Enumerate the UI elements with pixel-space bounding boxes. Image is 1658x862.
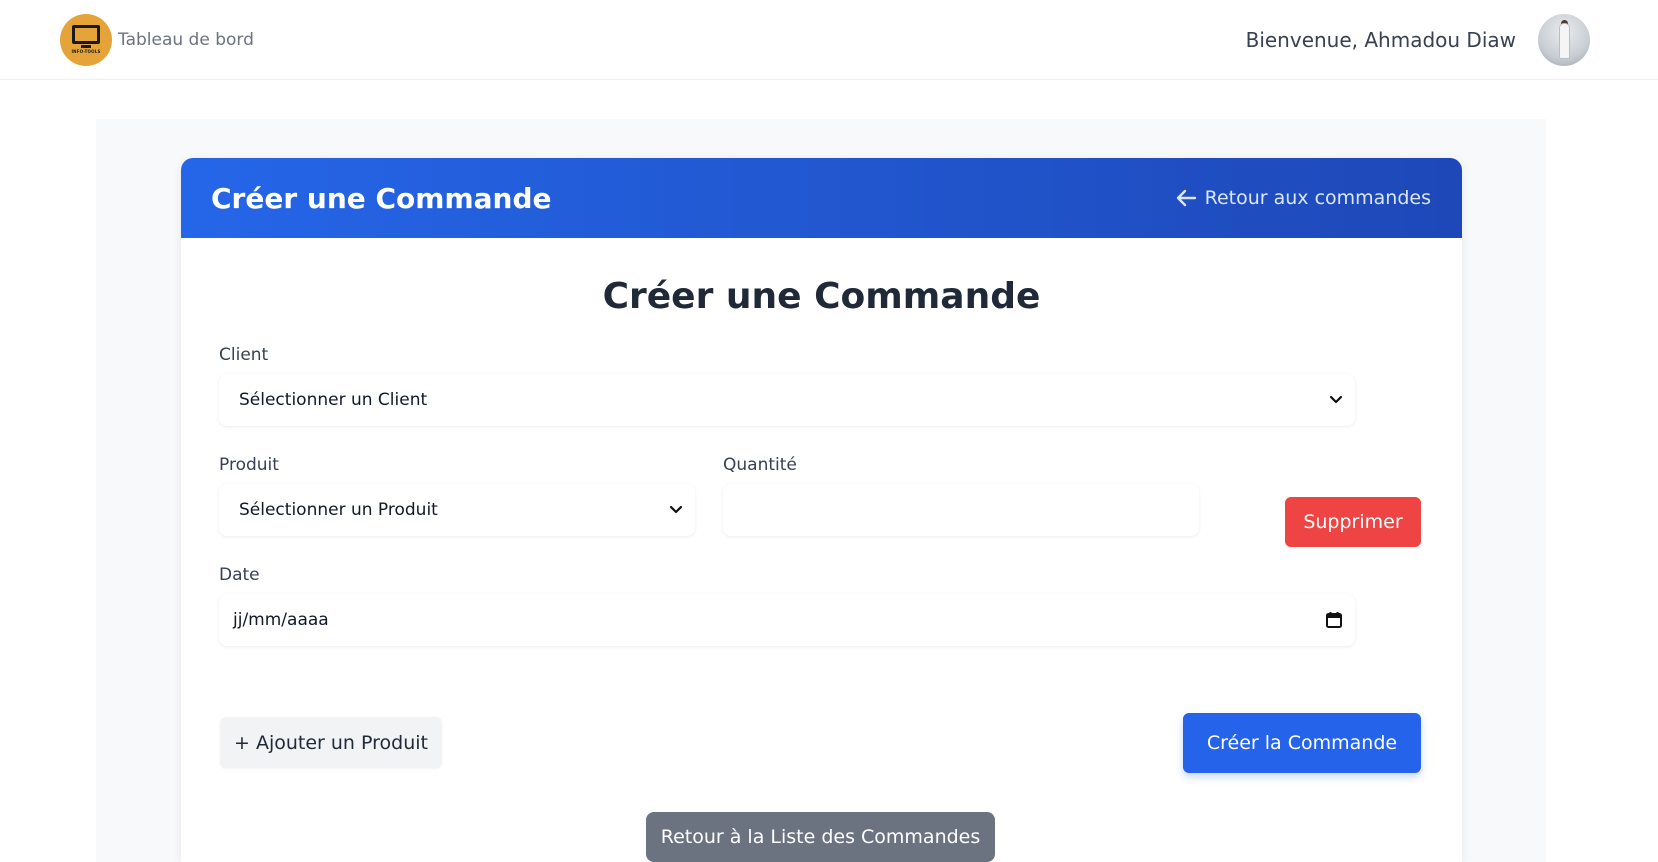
monitor-stand — [81, 45, 91, 48]
welcome-text: Bienvenue, Ahmadou Diaw — [1245, 27, 1516, 52]
delete-product-button[interactable]: Supprimer — [1285, 497, 1421, 547]
arrow-left-icon — [1176, 189, 1196, 207]
back-to-orders-link[interactable]: Retour aux commandes — [1175, 187, 1431, 209]
date-input-placeholder: jj/mm/aaaa — [233, 610, 329, 630]
avatar[interactable] — [1538, 13, 1590, 66]
client-label: Client — [219, 345, 269, 365]
user-area: Bienvenue, Ahmadou Diaw — [1245, 13, 1590, 66]
back-to-orders-label: Retour aux commandes — [1204, 187, 1431, 209]
calendar-icon[interactable] — [1325, 611, 1343, 629]
date-input[interactable]: jj/mm/aaaa — [219, 594, 1355, 646]
quantity-input[interactable] — [723, 484, 1199, 536]
create-order-button[interactable]: Créer la Commande — [1183, 713, 1421, 773]
form-title: Créer une Commande — [602, 276, 1041, 317]
back-to-list-button[interactable]: Retour à la Liste des Commandes — [646, 812, 995, 862]
client-select[interactable]: Sélectionner un Client — [219, 374, 1355, 426]
order-form-card: Créer une Commande Retour aux commandes … — [181, 158, 1462, 862]
product-select-value: Sélectionner un Produit — [239, 500, 438, 520]
card-header: Créer une Commande Retour aux commandes — [181, 158, 1462, 238]
product-label: Produit — [219, 455, 279, 475]
card-header-title: Créer une Commande — [211, 181, 552, 215]
chevron-down-icon — [1329, 395, 1343, 404]
product-select[interactable]: Sélectionner un Produit — [219, 484, 695, 536]
quantity-label: Quantité — [723, 455, 797, 475]
date-label: Date — [219, 565, 260, 585]
avatar-figure — [1560, 23, 1569, 58]
monitor-icon — [72, 25, 100, 44]
chevron-down-icon — [669, 505, 683, 514]
logo-icon[interactable]: INFO-TOOLS — [60, 13, 112, 66]
logo-text: INFO-TOOLS — [71, 49, 101, 54]
client-select-value: Sélectionner un Client — [239, 390, 428, 410]
add-product-button[interactable]: + Ajouter un Produit — [220, 717, 442, 768]
brand[interactable]: INFO-TOOLS Tableau de bord — [60, 13, 254, 66]
dashboard-link[interactable]: Tableau de bord — [118, 30, 254, 50]
top-navbar: INFO-TOOLS Tableau de bord Bienvenue, Ah… — [0, 0, 1658, 80]
